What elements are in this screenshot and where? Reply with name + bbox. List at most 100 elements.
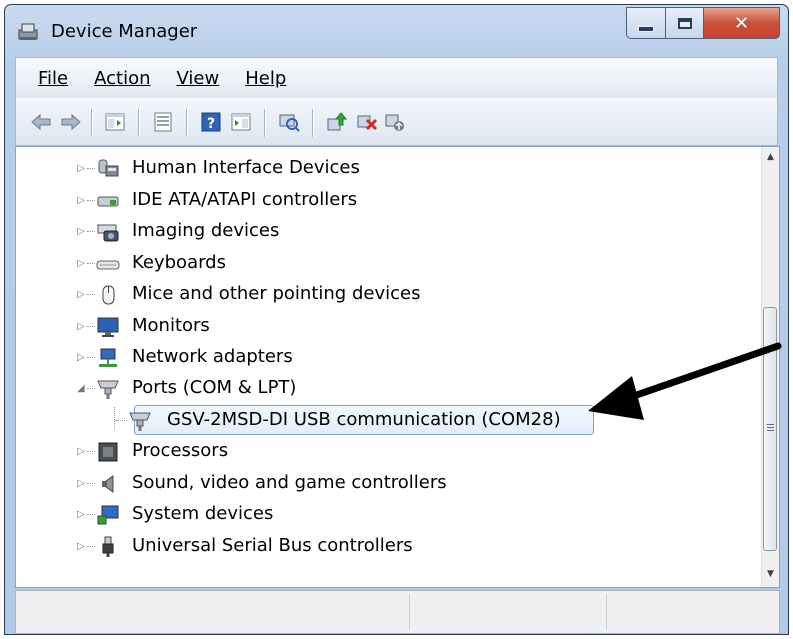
tree-dots	[87, 357, 95, 359]
expand-arrow-icon[interactable]: ▷	[77, 353, 85, 363]
processor-icon	[98, 442, 118, 462]
tree-item-gsv-usb-com28[interactable]: GSV-2MSD-DI USB communication (COM28)	[16, 407, 764, 435]
scrollbar-thumb[interactable]	[763, 307, 777, 551]
forward-arrow-icon[interactable]	[60, 111, 82, 133]
maximize-button[interactable]	[666, 7, 704, 39]
tree-dots	[87, 546, 95, 548]
help-icon[interactable]: ?	[200, 111, 222, 133]
tree-item-mice[interactable]: ▷ Mice and other pointing devices	[16, 281, 764, 309]
port-icon	[97, 380, 119, 399]
status-divider	[606, 594, 607, 630]
scrollbar-grip-icon	[767, 424, 774, 433]
tree-item-label: Imaging devices	[132, 220, 280, 241]
tree-item-label: IDE ATA/ATAPI controllers	[132, 189, 358, 210]
expand-arrow-icon[interactable]: ▷	[77, 227, 85, 237]
title-bar[interactable]: Device Manager ✕	[5, 5, 788, 55]
enable-device-icon[interactable]	[384, 111, 406, 133]
tree-dots	[87, 294, 95, 296]
vertical-scrollbar[interactable]: ▲ ▼	[761, 147, 779, 587]
menu-view[interactable]: View	[164, 68, 233, 89]
window-title: Device Manager	[51, 21, 198, 42]
toolbar-separator	[312, 109, 313, 137]
ide-controller-icon	[97, 196, 119, 207]
tree-item-label: Network adapters	[132, 346, 293, 367]
tree-dots	[87, 388, 95, 390]
close-icon: ✕	[733, 12, 750, 34]
tree-dots	[115, 420, 127, 422]
menu-bar: File Action View Help	[15, 57, 778, 99]
expand-arrow-icon[interactable]: ▷	[77, 259, 85, 269]
tree-item-sound-video-game[interactable]: ▷ Sound, video and game controllers	[16, 470, 764, 498]
tree-item-network-adapters[interactable]: ▷ Network adapters	[16, 344, 764, 372]
tree-item-usb-controllers[interactable]: ▷ Universal Serial Bus controllers	[16, 533, 764, 561]
usb-icon	[102, 536, 114, 557]
properties-icon[interactable]	[152, 111, 174, 133]
expand-arrow-icon[interactable]: ▷	[77, 542, 85, 552]
menu-file-label: File	[38, 67, 69, 89]
show-hide-console-tree-icon[interactable]	[104, 111, 126, 133]
tree-item-ports[interactable]: ◢ Ports (COM & LPT)	[16, 375, 764, 403]
tree-dots	[87, 451, 95, 453]
toolbar: ?	[15, 98, 778, 146]
tree-item-label: System devices	[132, 503, 274, 524]
svg-text:?: ?	[207, 116, 215, 132]
monitor-icon	[97, 317, 119, 337]
menu-file[interactable]: File	[16, 68, 81, 89]
collapse-arrow-icon[interactable]: ◢	[77, 384, 85, 394]
minimize-icon	[638, 26, 654, 32]
expand-arrow-icon[interactable]: ▷	[77, 196, 85, 206]
expand-arrow-icon[interactable]: ▷	[77, 479, 85, 489]
tree-dots	[87, 514, 95, 516]
tree-item-keyboards[interactable]: ▷ Keyboards	[16, 250, 764, 278]
tree-item-label: Human Interface Devices	[132, 157, 360, 178]
show-hide-action-pane-icon[interactable]	[230, 111, 252, 133]
expand-arrow-icon[interactable]: ▷	[77, 164, 85, 174]
scan-hardware-changes-icon[interactable]	[278, 111, 300, 133]
menu-action[interactable]: Action	[81, 68, 163, 89]
minimize-button[interactable]	[626, 7, 666, 39]
tree-dots	[87, 263, 95, 265]
tree-item-label: Keyboards	[132, 252, 226, 273]
expand-arrow-icon[interactable]: ▷	[77, 322, 85, 332]
device-tree-pane: ▷ Human Interface Devices ▷ IDE ATA/ATAP…	[15, 146, 780, 588]
tree-item-label: Ports (COM & LPT)	[132, 377, 297, 398]
device-manager-icon	[18, 23, 38, 40]
tree-item-label: Monitors	[132, 315, 210, 336]
tree-dots	[87, 231, 95, 233]
back-arrow-icon[interactable]	[30, 111, 52, 133]
toolbar-separator	[264, 109, 265, 137]
expand-arrow-icon[interactable]: ▷	[77, 510, 85, 520]
menu-help[interactable]: Help	[232, 68, 299, 89]
tree-dots	[87, 200, 95, 202]
port-icon	[129, 412, 151, 431]
tree-item-label: Processors	[132, 440, 229, 461]
tree-dots	[87, 483, 95, 485]
tree-item-processors[interactable]: ▷ Processors	[16, 438, 764, 466]
tree-item-system-devices[interactable]: ▷ System devices	[16, 501, 764, 529]
scroll-up-arrow-icon[interactable]: ▲	[762, 149, 779, 166]
menu-action-label: Action	[94, 67, 151, 89]
expand-arrow-icon[interactable]: ▷	[77, 290, 85, 300]
status-divider	[409, 594, 410, 630]
toolbar-separator	[138, 109, 139, 137]
device-manager-window: Device Manager ✕ File Action View Help ?	[4, 4, 789, 635]
toolbar-separator	[91, 109, 92, 137]
close-button[interactable]: ✕	[704, 7, 780, 39]
tree-item-ide-controllers[interactable]: ▷ IDE ATA/ATAPI controllers	[16, 187, 764, 215]
tree-item-monitors[interactable]: ▷ Monitors	[16, 313, 764, 341]
status-bar	[15, 590, 780, 634]
system-icon	[97, 505, 119, 525]
update-driver-icon[interactable]	[326, 111, 348, 133]
uninstall-icon[interactable]	[356, 111, 378, 133]
menu-view-label: View	[176, 67, 220, 89]
scroll-down-arrow-icon[interactable]: ▼	[762, 566, 779, 583]
tree-item-imaging-devices[interactable]: ▷ Imaging devices	[16, 218, 764, 246]
toolbar-separator	[186, 109, 187, 137]
expand-arrow-icon[interactable]: ▷	[77, 447, 85, 457]
network-icon	[99, 348, 117, 367]
mouse-icon	[102, 285, 115, 305]
tree-item-human-interface-devices[interactable]: ▷ Human Interface Devices	[16, 155, 764, 183]
menu-help-label: Help	[245, 67, 287, 89]
caption-buttons: ✕	[626, 7, 780, 41]
tree-item-label: Sound, video and game controllers	[132, 472, 447, 493]
